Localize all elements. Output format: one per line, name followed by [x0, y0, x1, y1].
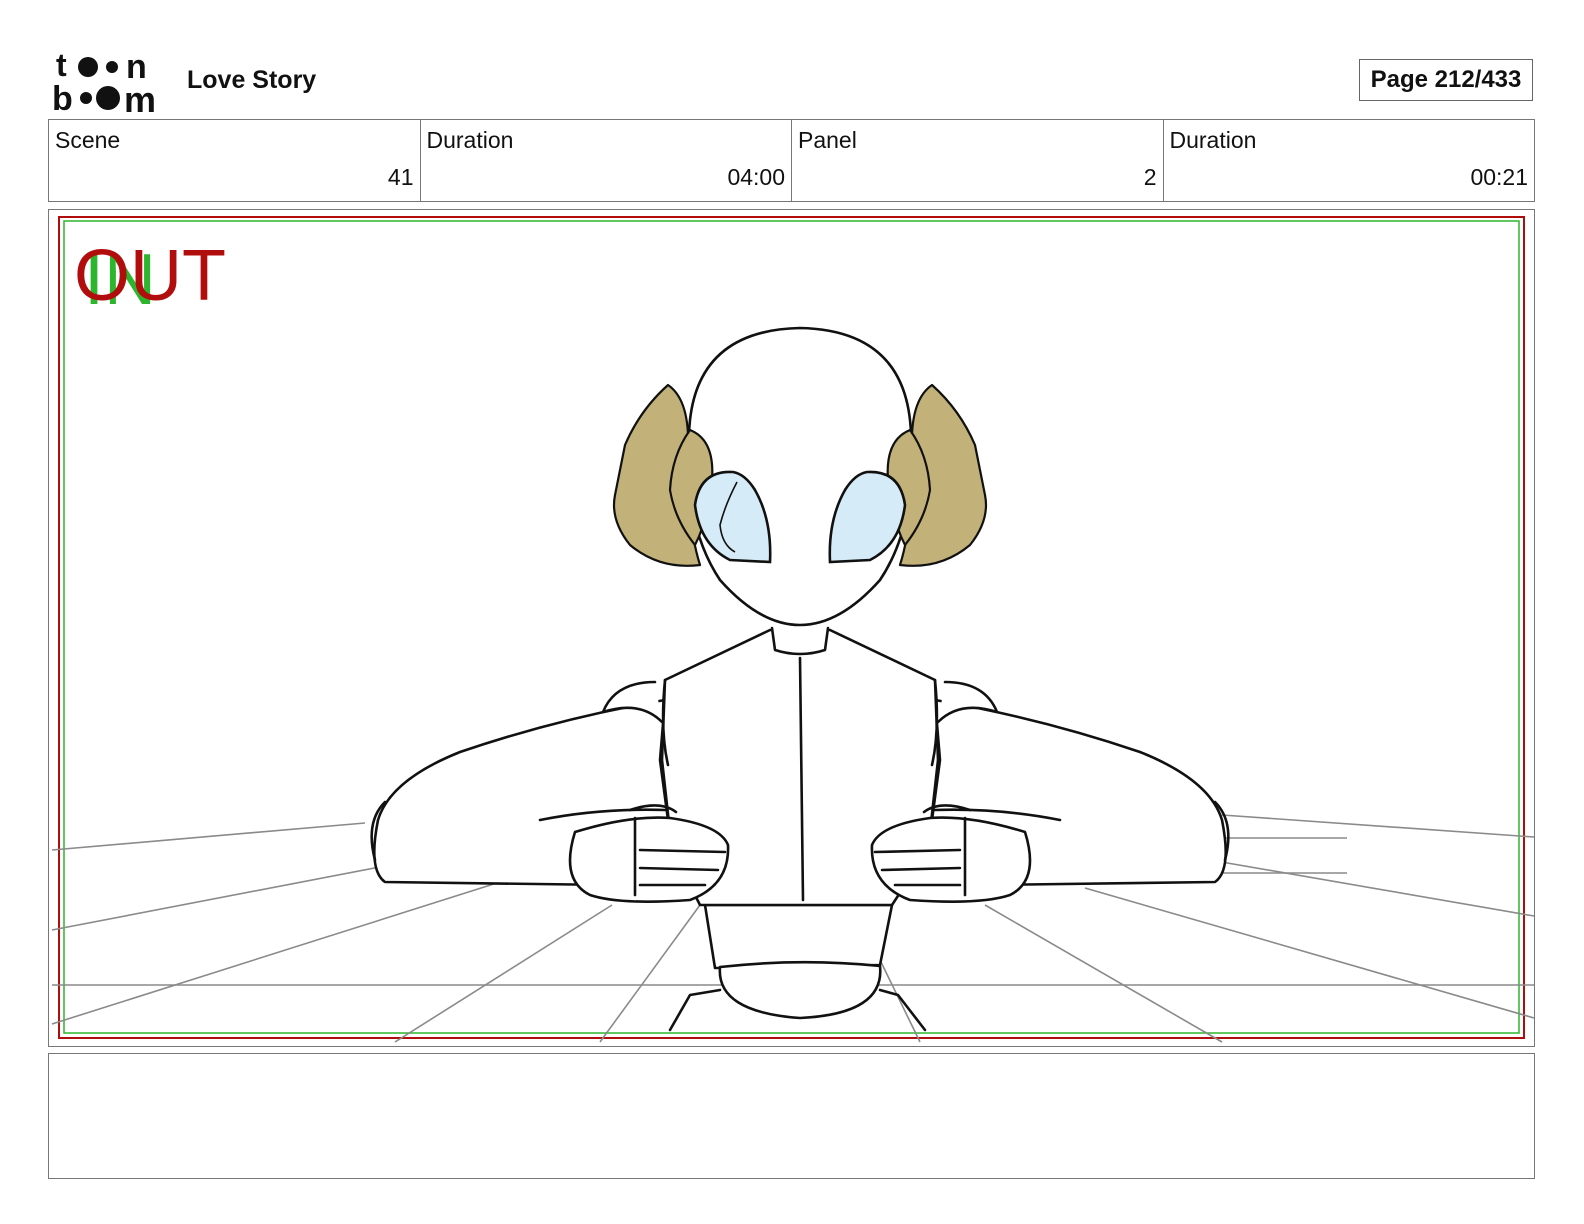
out-marker: OUT	[74, 236, 226, 316]
panel-drawing	[51, 216, 1535, 1043]
mannequin-character	[370, 326, 1230, 1032]
caption-box	[48, 1053, 1535, 1179]
